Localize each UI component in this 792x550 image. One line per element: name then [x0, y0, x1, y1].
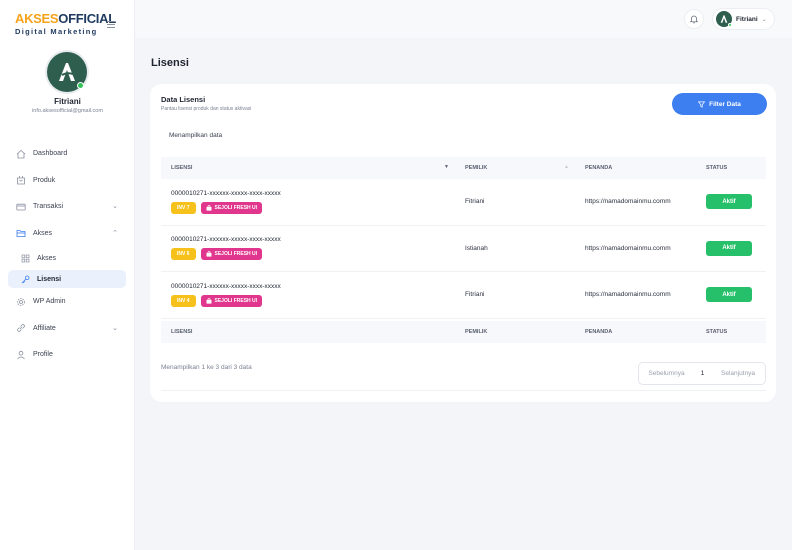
product-badge: SEJOLI FRESH UI [200, 248, 263, 261]
card-subtitle: Pantau lisensi produk dan status aktivas… [161, 106, 252, 112]
notification-bell-icon[interactable] [684, 9, 704, 29]
online-dot [77, 82, 84, 89]
menu-toggle-icon[interactable] [107, 21, 115, 28]
sidebar-item-label: Dashboard [33, 150, 68, 157]
product-badge: SEJOLI FRESH UI [200, 294, 263, 307]
avatar [716, 11, 732, 27]
sidebar-item-profile[interactable]: Profile [8, 344, 126, 365]
sidebar-item-wp-admin[interactable]: WP Admin [8, 291, 126, 312]
avatar [47, 52, 87, 92]
footer-column-pemilik: PEMILIK [465, 328, 488, 335]
brand-tagline: Digital Marketing [15, 27, 98, 36]
profile-name: Fitriani [54, 97, 81, 106]
gear-icon [16, 297, 26, 307]
license-table: LISENSI ▼ PEMILIK ▲ PENANDA STATUS 0000010… [161, 157, 766, 343]
prev-page-button[interactable]: Sebelumnya [639, 370, 694, 377]
grid-icon [21, 254, 30, 263]
page-number-button[interactable]: 1 [694, 370, 711, 377]
footer-column-lisensi: LISENSI [171, 328, 193, 335]
sidebar-subitem-lisensi[interactable]: Lisensi [8, 270, 126, 288]
sidebar-item-label: Lisensi [37, 275, 62, 283]
license-code: 0000010271-xxxxxx-xxxxx-xxxx-xxxxx [171, 282, 281, 290]
column-header-lisensi[interactable]: LISENSI ▼ [161, 164, 455, 171]
sidebar-item-dashboard[interactable]: Dashboard [8, 143, 126, 164]
pagination: Sebelumnya 1 Selanjutnya [638, 362, 766, 385]
brand-name-part1: AKSES [15, 11, 59, 26]
table-row[interactable]: 0000010271-xxxxxx-xxxxx-xxxx-xxxxx INV 4… [161, 272, 766, 319]
topbar: Fitriani ⌄ [135, 0, 792, 38]
column-header-pemilik[interactable]: PEMILIK ▲ [455, 164, 575, 171]
footer-column-status: STATUS [706, 328, 728, 335]
logo-a-icon [59, 63, 75, 81]
home-icon [16, 149, 26, 159]
license-code: 0000010271-xxxxxx-xxxxx-xxxx-xxxxx [171, 236, 281, 244]
status-badge: Aktif [706, 287, 752, 303]
chevron-up-icon: ⌃ [112, 229, 118, 237]
brand-logo[interactable]: AKSESOFFICIAL Digital Marketing [15, 11, 116, 37]
sidebar-item-label: Akses [37, 254, 57, 262]
table-row[interactable]: 0000010271-xxxxxx-xxxxx-xxxx-xxxxx INV 6… [161, 226, 766, 272]
owner-cell: Fitriani [465, 291, 485, 299]
sidebar-item-affiliate[interactable]: Affiliate ⌄ [8, 318, 126, 339]
chevron-down-icon: ⌄ [112, 324, 118, 332]
sidebar-item-transaksi[interactable]: Transaksi ⌄ [8, 196, 126, 217]
sidebar-item-label: Akses [33, 229, 53, 237]
online-dot [728, 23, 732, 27]
divider [161, 390, 766, 391]
folder-icon [16, 228, 26, 238]
bag-icon [206, 251, 212, 257]
sidebar-item-akses[interactable]: Akses ⌃ [8, 223, 126, 244]
sidebar-item-produk[interactable]: Produk [8, 170, 126, 191]
sidebar-item-label: Transaksi [33, 203, 64, 210]
column-header-penanda[interactable]: PENANDA [575, 165, 696, 171]
column-header-status[interactable]: STATUS [696, 165, 766, 171]
sidebar-item-label: Profile [33, 351, 53, 358]
link-icon [16, 323, 26, 333]
sidebar-item-label: Affiliate [33, 324, 56, 332]
marker-cell: https://namadomainmu.comm [585, 198, 671, 206]
filter-icon [698, 101, 706, 108]
chevron-down-icon: ⌄ [761, 16, 767, 23]
filter-button[interactable]: Filter Data [672, 93, 767, 115]
bag-icon [206, 204, 212, 211]
bag-icon [206, 297, 212, 304]
license-card: Data Lisensi Pantau lisensi produk dan s… [150, 84, 776, 402]
sidebar: AKSESOFFICIAL Digital Marketing Fitriani… [0, 0, 135, 550]
status-badge: Aktif [706, 240, 752, 256]
license-code: 0000010271-xxxxxx-xxxxx-xxxx-xxxxx [171, 189, 281, 197]
invoice-badge: INV 4 [171, 294, 196, 307]
marker-cell: https://namadomainmu.comm [585, 244, 671, 252]
card-title: Data Lisensi [161, 95, 206, 104]
pagination-info: Menampilkan 1 ke 3 dari 3 data [161, 364, 252, 371]
showing-label: Menampilkan data [169, 132, 223, 139]
sidebar-item-label: Produk [33, 176, 56, 184]
invoice-badge: INV 7 [171, 201, 196, 214]
sidebar-subitem-akses[interactable]: Akses [8, 249, 126, 267]
next-page-button[interactable]: Selanjutnya [711, 370, 765, 377]
invoice-badge: INV 6 [171, 248, 196, 261]
box-icon [16, 175, 26, 185]
card-icon [16, 202, 26, 212]
profile-email: info.aksesofficial@gmail.com [32, 108, 103, 114]
sidebar-item-label: WP Admin [33, 298, 66, 305]
filter-button-label: Filter Data [709, 100, 741, 108]
table-row[interactable]: 0000010271-xxxxxx-xxxxx-xxxx-xxxxx INV 7… [161, 179, 766, 226]
table-footer: LISENSI PEMILIK PENANDA STATUS [161, 320, 766, 343]
owner-cell: Fitriani [465, 198, 485, 206]
marker-cell: https://namadomainmu.comm [585, 291, 671, 299]
key-icon [21, 275, 30, 284]
sort-icon: ▼ [444, 164, 449, 170]
table-header: LISENSI ▼ PEMILIK ▲ PENANDA STATUS [161, 157, 766, 179]
product-badge: SEJOLI FRESH UI [200, 201, 263, 214]
sidebar-nav: Dashboard Produk Transaksi ⌄ Akses ⌃ Aks… [8, 143, 126, 371]
user-icon [16, 350, 26, 360]
page-title: Lisensi [151, 57, 189, 69]
chevron-down-icon: ⌄ [112, 203, 118, 210]
status-badge: Aktif [706, 194, 752, 210]
footer-column-penanda: PENANDA [585, 328, 613, 335]
user-menu[interactable]: Fitriani ⌄ [712, 8, 775, 30]
sort-icon: ▲ [564, 164, 569, 170]
user-name: Fitriani [736, 15, 758, 23]
owner-cell: Istianah [465, 244, 488, 252]
